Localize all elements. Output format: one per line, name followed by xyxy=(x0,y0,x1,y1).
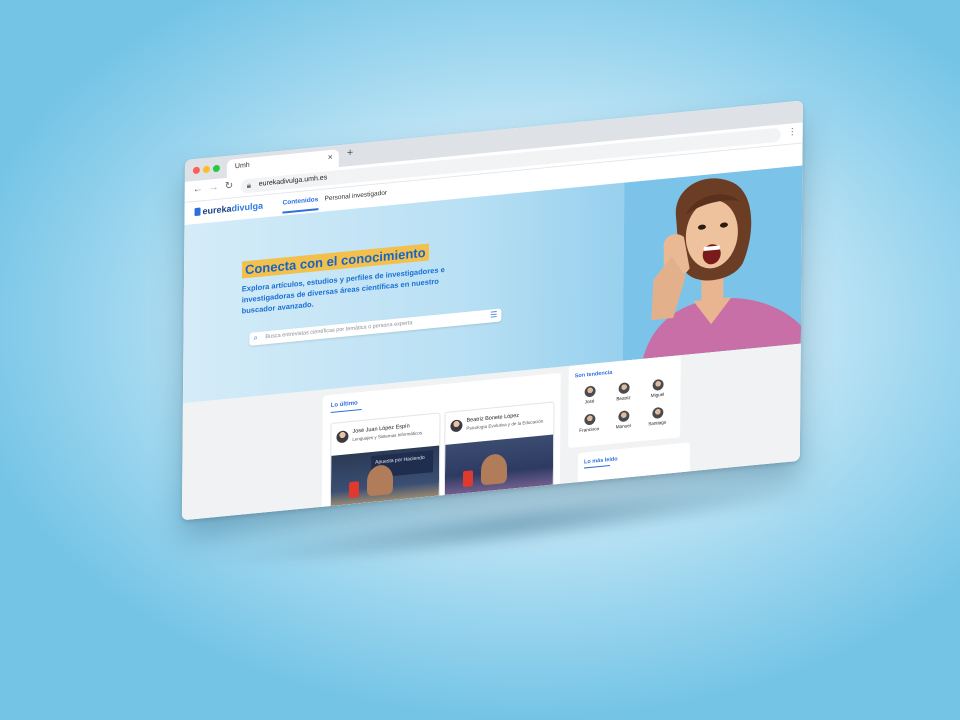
trending-person[interactable]: Miguel xyxy=(643,378,673,399)
avatar xyxy=(336,430,349,444)
trending-title: Son tendencia xyxy=(574,369,613,380)
reload-icon[interactable]: ↻ xyxy=(225,180,233,192)
most-read-title[interactable]: Lo más leído xyxy=(584,456,618,465)
person-name: Beatriz xyxy=(616,395,631,402)
avatar xyxy=(450,419,463,433)
person-name: Francisco xyxy=(579,426,600,434)
new-tab-button[interactable]: + xyxy=(347,147,354,160)
trending-person[interactable]: José xyxy=(575,385,605,406)
thumbnail-banner-text: Apuesta por Haciendo xyxy=(375,454,425,466)
eurekadivulga-logo[interactable]: eurekadivulga xyxy=(194,200,263,217)
avatar xyxy=(652,378,664,391)
browser-window: Umh × + ← → ↻ 🔒︎ eurekadivulga.umh.es ⋮ … xyxy=(181,100,803,521)
avatar xyxy=(651,406,663,420)
microphone-icon xyxy=(462,470,474,488)
trending-person[interactable]: Santiago xyxy=(642,406,672,427)
browser-menu-icon[interactable]: ⋮ xyxy=(788,126,797,138)
person-name: José xyxy=(584,398,595,405)
tab-title: Umh xyxy=(234,161,250,171)
logo-text-divulga: divulga xyxy=(231,200,264,214)
trending-people: José Beatriz Miguel Francisco Manuel San… xyxy=(575,378,675,433)
avatar xyxy=(584,385,596,398)
search-placeholder: Busca entrevistas científicas por temáti… xyxy=(265,320,413,341)
back-arrow-icon[interactable]: ← xyxy=(193,183,203,195)
nav-personal-investigador[interactable]: Personal investigador xyxy=(325,190,388,203)
nav-contenidos[interactable]: Contenidos xyxy=(283,196,319,206)
person-name: Miguel xyxy=(650,391,665,399)
tab-close-icon[interactable]: × xyxy=(328,152,333,163)
shouting-woman-image xyxy=(622,165,803,361)
microphone-icon xyxy=(348,481,360,499)
filter-icon[interactable]: ☰ xyxy=(490,310,497,320)
scene: Umh × + ← → ↻ 🔒︎ eurekadivulga.umh.es ⋮ … xyxy=(0,0,960,720)
trending-person[interactable]: Francisco xyxy=(574,413,604,434)
trending-person[interactable]: Manuel xyxy=(608,409,638,430)
close-window-dot[interactable] xyxy=(192,166,200,175)
trending-card: Son tendencia José Beatriz Miguel Franci… xyxy=(568,355,681,449)
thumbnail-person xyxy=(366,463,394,497)
avatar xyxy=(618,382,630,395)
person-name: Manuel xyxy=(615,423,631,430)
forward-arrow-icon[interactable]: → xyxy=(209,182,219,194)
url-text: eurekadivulga.umh.es xyxy=(258,174,328,188)
latest-card: Lo último José Juan López Espín Lenguaje… xyxy=(321,372,561,521)
lock-icon: 🔒︎ xyxy=(246,180,252,191)
logo-mark-icon xyxy=(194,207,201,217)
post-card[interactable]: José Juan López Espín Lenguajes y Sistem… xyxy=(329,412,441,521)
logo-text-eureka: eureka xyxy=(202,203,232,217)
maximize-window-dot[interactable] xyxy=(212,164,220,173)
latest-title[interactable]: Lo último xyxy=(331,400,358,409)
avatar xyxy=(617,410,629,423)
minimize-window-dot[interactable] xyxy=(202,165,210,174)
post-thumbnail: Apuesta por Haciendo xyxy=(330,445,440,521)
person-name: Santiago xyxy=(648,419,667,427)
thumbnail-person xyxy=(480,452,508,486)
avatar xyxy=(583,413,595,426)
trending-person[interactable]: Beatriz xyxy=(609,381,639,402)
search-icon: ⌕ xyxy=(253,332,258,343)
search-input[interactable]: ⌕ Busca entrevistas científicas por temá… xyxy=(249,308,502,346)
